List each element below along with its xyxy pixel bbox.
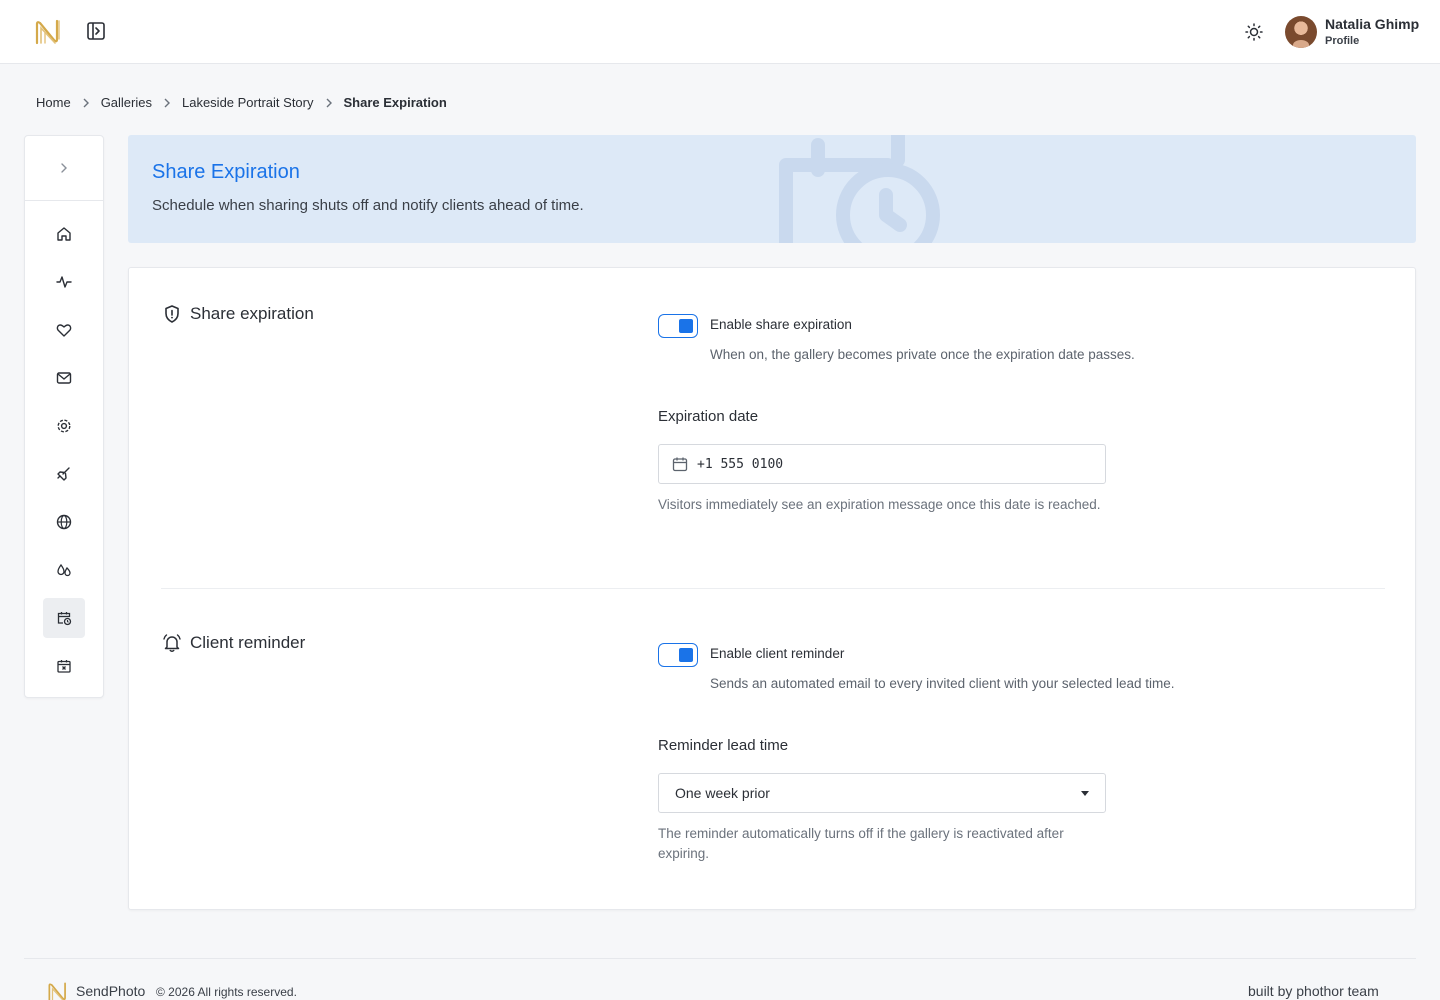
toggle-knob [679,648,693,662]
activity-icon [56,276,72,288]
sidebar-item-domain[interactable] [43,502,85,542]
sidebar-item-favorites[interactable] [43,310,85,350]
droplets-icon [57,563,71,577]
reminder-lead-time-help: The reminder automatically turns off if … [658,826,1064,861]
shield-alert-icon [161,303,183,325]
calendar-x-icon [57,660,71,673]
footer-divider [24,958,1416,959]
chevron-right-icon [158,97,176,109]
sidebar-item-mail[interactable] [43,358,85,398]
chevron-right-icon [61,163,67,173]
settings-card: Share expiration Enable share expiration… [128,267,1416,910]
calendar-clock-icon [57,612,72,626]
section-title-text: Share expiration [190,304,314,323]
sidebar-item-settings[interactable] [43,406,85,446]
sidebar-item-share-expiration[interactable] [43,598,85,638]
breadcrumb-gallery[interactable]: Lakeside Portrait Story [182,95,314,110]
breadcrumb-galleries[interactable]: Galleries [101,95,152,110]
footer-credit[interactable]: built by phothor team [1248,983,1379,999]
calendar-icon [671,455,689,473]
calendar-clock-icon [779,135,940,243]
settings-icon [57,419,71,433]
sidebar-item-expired[interactable] [43,646,85,686]
bell-ring-icon [161,632,183,654]
client-reminder-toggle[interactable] [658,643,698,667]
top-bar: Natalia Ghimp Profile [0,0,1440,64]
page-header-banner: Share Expiration Schedule when sharing s… [128,135,1416,243]
home-icon [57,227,71,241]
expiration-date-help: Visitors immediately see an expiration m… [658,497,1101,512]
client-reminder-toggle-label[interactable]: Enable client reminder [710,646,844,661]
section-divider [161,588,1385,589]
chevron-right-icon [77,97,95,109]
sun-icon[interactable] [1243,21,1265,43]
share-expiration-toggle-description: When on, the gallery becomes private onc… [710,347,1135,362]
breadcrumb-home[interactable]: Home [36,95,71,110]
client-reminder-section-title: Client reminder [161,632,305,654]
share-expiration-section-title: Share expiration [161,303,314,325]
user-profile-link[interactable]: Profile [1325,35,1359,47]
globe-icon [56,514,72,530]
brush-icon [57,467,70,481]
sidebar-item-home[interactable] [43,214,85,254]
reminder-lead-time-value: One week prior [675,785,770,801]
expiration-date-label: Expiration date [658,408,759,425]
sidebar-expand-button[interactable] [25,136,103,201]
expiration-date-value: +1 555 0100 [697,456,784,472]
reminder-lead-time-label: Reminder lead time [658,737,789,754]
expiration-date-input[interactable]: +1 555 0100 [658,444,1106,484]
breadcrumb: Home Galleries Lakeside Portrait Story S… [36,95,447,110]
page-title: Share Expiration [152,161,300,183]
heart-icon [56,324,72,337]
sidebar-item-activity[interactable] [43,262,85,302]
sidebar-rail [24,135,104,698]
chevron-right-icon [320,97,338,109]
mail-icon [56,372,72,384]
sidebar-item-design[interactable] [43,454,85,494]
breadcrumb-current: Share Expiration [343,95,447,110]
footer-brand: SendPhoto [76,983,146,999]
page-subtitle: Schedule when sharing shuts off and noti… [152,197,584,214]
user-name[interactable]: Natalia Ghimp [1325,16,1419,32]
share-expiration-toggle-label[interactable]: Enable share expiration [710,317,852,332]
section-title-text: Client reminder [190,633,306,652]
panel-toggle-icon[interactable] [85,20,107,42]
client-reminder-toggle-description: Sends an automated email to every invite… [710,676,1175,691]
footer-copyright: © 2026 All rights reserved. [156,985,297,999]
caret-down-icon [1081,791,1089,796]
brand-logo[interactable] [34,18,62,46]
share-expiration-toggle[interactable] [658,314,698,338]
brand-logo [48,982,66,1000]
avatar[interactable] [1285,16,1317,48]
toggle-knob [679,319,693,333]
sidebar-item-watermark[interactable] [43,550,85,590]
reminder-lead-time-select[interactable]: One week prior [658,773,1106,813]
